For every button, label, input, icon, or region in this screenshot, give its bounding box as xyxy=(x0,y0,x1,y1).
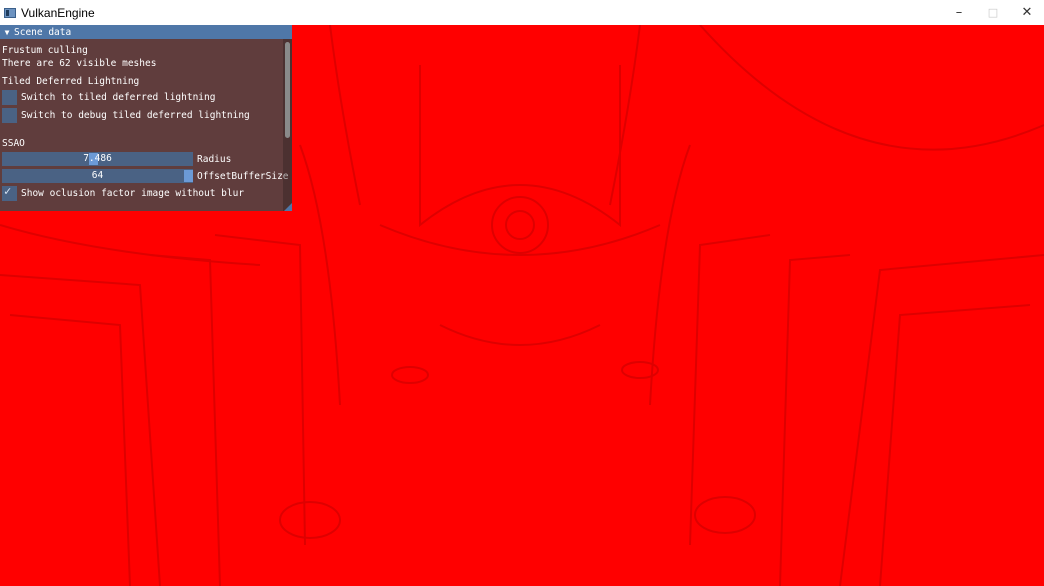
resize-grip-icon[interactable] xyxy=(284,203,292,211)
radius-slider[interactable]: 7.486 xyxy=(2,152,193,166)
app-icon xyxy=(4,7,16,18)
offset-buffer-value: 64 xyxy=(91,170,104,181)
debug-tiled-checkbox[interactable] xyxy=(2,107,17,123)
frustum-heading: Frustum culling xyxy=(2,45,88,56)
maximize-button[interactable]: □ xyxy=(976,0,1010,25)
ssao-heading: SSAO xyxy=(2,138,25,149)
window-titlebar[interactable]: VulkanEngine – □ ✕ xyxy=(0,0,1044,25)
tiled-heading: Tiled Deferred Lightning xyxy=(2,76,140,87)
radius-label: Radius xyxy=(197,153,232,165)
tiled-deferred-label: Switch to tiled deferred lightning xyxy=(21,91,216,103)
blur-checkbox-row[interactable]: ✓ Show oclusion factor image without blu… xyxy=(2,184,292,202)
checkmark-icon: ✓ xyxy=(4,183,12,198)
blur-checkbox[interactable]: ✓ xyxy=(2,183,17,201)
panel-title: Scene data xyxy=(14,26,72,38)
window-title: VulkanEngine xyxy=(21,5,95,20)
close-button[interactable]: ✕ xyxy=(1010,0,1044,25)
offset-buffer-label: OffsetBufferSize xyxy=(197,170,289,182)
debug-tiled-label: Switch to debug tiled deferred lightning xyxy=(21,109,250,121)
blur-label: Show oclusion factor image without blur xyxy=(21,187,245,199)
minimize-icon: – xyxy=(955,5,963,20)
close-icon: ✕ xyxy=(1021,5,1033,20)
panel-body: Frustum culling There are 62 visible mes… xyxy=(0,39,292,202)
minimize-button[interactable]: – xyxy=(942,0,976,25)
panel-header[interactable]: ▼ Scene data xyxy=(0,25,292,39)
offset-buffer-slider-grab[interactable] xyxy=(184,170,193,182)
panel-scrollbar[interactable] xyxy=(283,39,292,211)
maximize-icon: □ xyxy=(987,6,999,19)
visible-meshes-text: There are 62 visible meshes xyxy=(2,58,157,69)
scrollbar-grab[interactable] xyxy=(285,42,290,138)
tiled-deferred-checkbox-row[interactable]: Switch to tiled deferred lightning xyxy=(2,88,292,106)
scene-data-panel[interactable]: ▼ Scene data Frustum culling There are 6… xyxy=(0,25,292,211)
collapse-arrow-icon[interactable]: ▼ xyxy=(0,28,14,37)
radius-slider-row: 7.486 Radius xyxy=(2,151,292,167)
radius-value: 7.486 xyxy=(83,153,112,164)
debug-tiled-checkbox-row[interactable]: Switch to debug tiled deferred lightning xyxy=(2,106,292,124)
offset-buffer-slider-row: 64 OffsetBufferSize xyxy=(2,168,292,184)
window-controls: – □ ✕ xyxy=(942,0,1044,25)
offset-buffer-slider[interactable]: 64 xyxy=(2,169,193,183)
tiled-deferred-checkbox[interactable] xyxy=(2,89,17,105)
